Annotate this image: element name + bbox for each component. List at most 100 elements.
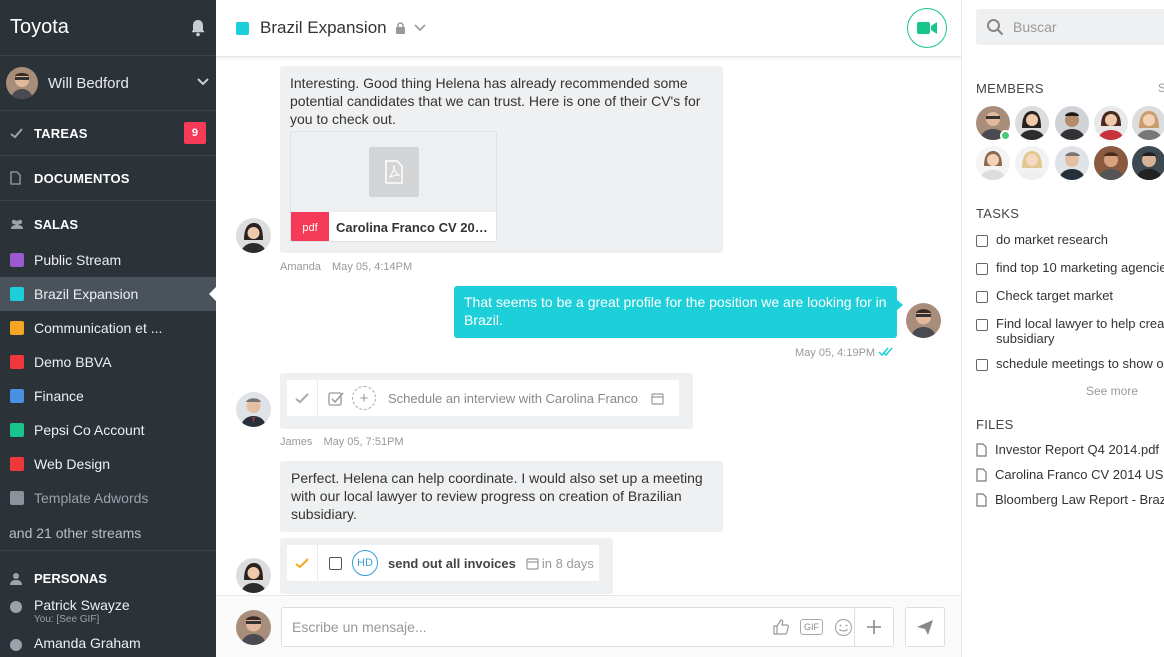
chevron-down-icon[interactable]	[196, 74, 210, 92]
bell-icon[interactable]	[190, 19, 206, 37]
member-avatar[interactable]	[1094, 106, 1128, 140]
task-checkbox[interactable]	[976, 359, 988, 371]
lock-icon	[395, 21, 406, 35]
stream-name: Communication et ...	[34, 320, 163, 336]
file-item[interactable]: Bloomberg Law Report - Braz	[976, 492, 1164, 507]
task-row: + Schedule an interview with Carolina Fr…	[287, 380, 679, 416]
member-avatar[interactable]	[1055, 146, 1089, 180]
task-checkbox[interactable]	[329, 556, 342, 570]
member-avatar[interactable]	[1094, 146, 1128, 180]
file-footer: pdf Carolina Franco CV 2014...	[291, 212, 496, 241]
task-checkbox[interactable]	[976, 235, 988, 247]
stream-color-square	[10, 423, 24, 437]
sidebar-item-stream[interactable]: Brazil Expansion	[0, 277, 216, 311]
pdf-icon	[368, 147, 419, 197]
sidebar-item-stream[interactable]: Web Design	[0, 447, 216, 481]
sidebar-item-stream[interactable]: Public Stream	[0, 243, 216, 277]
task-item[interactable]: find top 10 marketing agencies	[976, 260, 1164, 275]
see-more-link[interactable]: See more	[1086, 384, 1138, 398]
amanda-avatar[interactable]	[236, 558, 271, 593]
member-avatar[interactable]	[1132, 106, 1164, 140]
sidebar-item-stream[interactable]: Finance	[0, 379, 216, 413]
sidebar-item-documents[interactable]: DOCUMENTOS	[0, 156, 216, 201]
file-item[interactable]: Investor Report Q4 2014.pdf	[976, 442, 1159, 457]
amanda-avatar[interactable]	[236, 218, 271, 253]
message-bubble: Perfect. Helena can help coordinate. I w…	[280, 461, 723, 532]
task-text: Schedule an interview with Carolina Fran…	[388, 390, 639, 406]
stream-name: Finance	[34, 388, 84, 404]
person-name: Patrick Swayze	[34, 597, 130, 613]
sidebar-item-stream[interactable]: Demo BBVA	[0, 345, 216, 379]
sidebar-item-tasks[interactable]: TAREAS 9	[0, 111, 216, 156]
file-name: Investor Report Q4 2014.pdf	[995, 442, 1160, 457]
task-item[interactable]: do market research	[976, 232, 1164, 247]
task-checkbox[interactable]	[976, 291, 988, 303]
file-preview	[291, 132, 496, 212]
message-input[interactable]	[292, 619, 762, 635]
person-item[interactable]: Patrick Swayze You: [See GIF]	[0, 597, 216, 631]
stream-color-square	[10, 253, 24, 267]
task-message: HD send out all invoices in 8 days	[280, 538, 613, 594]
own-avatar	[236, 610, 271, 645]
rooms-label: SALAS	[34, 216, 79, 232]
stream-title[interactable]: Brazil Expansion	[260, 18, 387, 38]
sidebar-item-stream[interactable]: Pepsi Co Account	[0, 413, 216, 447]
rooms-section-header: SALAS	[0, 201, 216, 243]
file-icon	[976, 492, 987, 507]
member-avatar[interactable]	[1015, 146, 1049, 180]
check-icon	[10, 127, 24, 139]
sidebar-item-label: TAREAS	[34, 125, 88, 141]
add-attachment-button[interactable]	[854, 607, 894, 647]
stream-color-square	[10, 457, 24, 471]
file-item[interactable]: Carolina Franco CV 2014 US V	[976, 467, 1164, 482]
file-name: Carolina Franco CV 2014...	[336, 220, 491, 235]
message-author[interactable]: James	[280, 436, 312, 448]
sidebar-item-stream[interactable]: Communication et ...	[0, 311, 216, 345]
calendar-icon[interactable]	[526, 557, 539, 570]
stream-name: Public Stream	[34, 252, 122, 268]
sidebar-item-stream[interactable]: Template Adwords	[0, 481, 216, 515]
task-message: + Schedule an interview with Carolina Fr…	[280, 373, 693, 429]
task-title: schedule meetings to show o	[996, 356, 1164, 371]
task-item[interactable]: Check target market	[976, 288, 1164, 303]
own-avatar[interactable]	[906, 303, 941, 338]
task-checkbox-icon[interactable]	[328, 391, 344, 406]
tasks-count-badge: 9	[184, 122, 206, 144]
james-avatar[interactable]	[236, 392, 271, 427]
task-item[interactable]: Find local lawyer to help create subsidia…	[976, 316, 1164, 346]
task-item[interactable]: schedule meetings to show o	[976, 356, 1164, 371]
task-checkbox[interactable]	[976, 263, 988, 275]
emoji-icon[interactable]	[834, 618, 853, 637]
own-message-bubble: That seems to be a great profile for the…	[454, 286, 903, 338]
calendar-icon[interactable]	[651, 392, 664, 405]
stream-color-square	[10, 287, 24, 301]
member-avatar[interactable]	[976, 146, 1010, 180]
stream-color-square	[10, 491, 24, 505]
send-button[interactable]	[905, 607, 945, 647]
person-icon	[10, 572, 24, 585]
task-complete-button[interactable]	[287, 545, 318, 581]
file-attachment[interactable]: pdf Carolina Franco CV 2014...	[290, 131, 497, 242]
video-call-button[interactable]	[907, 8, 947, 48]
message-meta: May 05, 4:19PM	[795, 347, 894, 359]
user-avatar	[6, 67, 38, 99]
message-author[interactable]: Amanda	[280, 261, 321, 273]
person-item[interactable]: Amanda Graham	[0, 631, 216, 657]
member-avatar[interactable]	[1132, 146, 1164, 180]
search-box	[976, 9, 1164, 45]
people-section-header: PERSONAS	[0, 551, 216, 597]
assignee-badge[interactable]: HD	[352, 550, 378, 576]
gif-button[interactable]: GIF	[800, 619, 823, 635]
assign-user-button[interactable]: +	[352, 386, 376, 410]
more-streams-link[interactable]: and 21 other streams	[0, 515, 216, 551]
org-name[interactable]: Toyota	[10, 16, 69, 39]
message-time: May 05, 4:19PM	[795, 347, 876, 359]
member-avatar[interactable]	[1055, 106, 1089, 140]
task-checkbox[interactable]	[976, 319, 988, 331]
chevron-down-icon[interactable]	[414, 24, 426, 32]
search-input[interactable]	[1013, 19, 1163, 35]
current-user[interactable]: Will Bedford	[0, 56, 216, 111]
member-avatar[interactable]	[1015, 106, 1049, 140]
task-complete-button[interactable]	[287, 380, 318, 416]
thumbs-up-icon[interactable]	[772, 618, 790, 636]
